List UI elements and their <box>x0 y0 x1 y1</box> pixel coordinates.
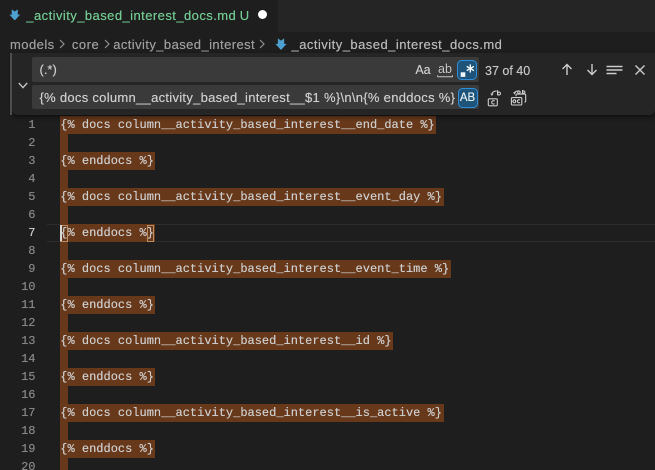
svg-text:ab: ab <box>438 62 452 76</box>
